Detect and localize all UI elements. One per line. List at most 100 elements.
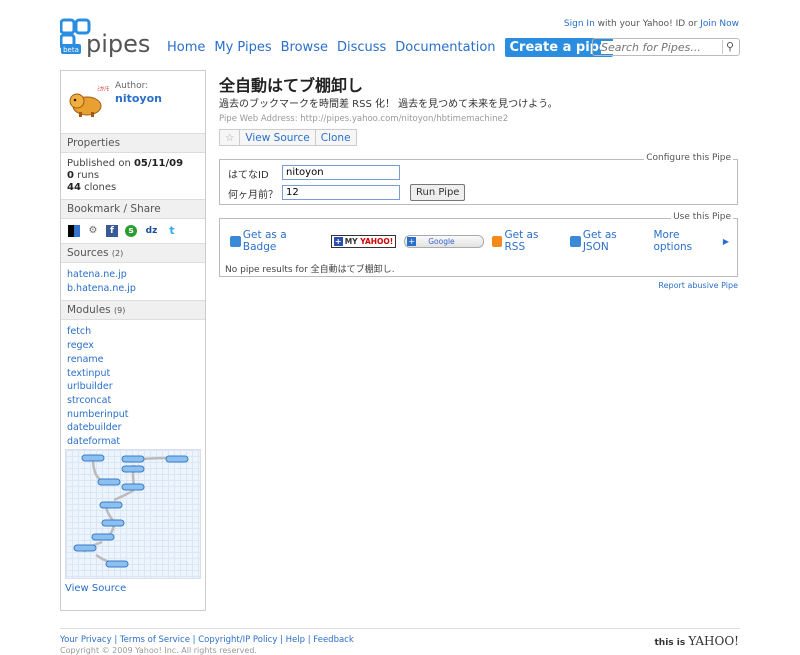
yahoo-logo[interactable]: this is YAHOO! <box>655 634 740 648</box>
yahoo-text: YAHOO! <box>688 634 739 648</box>
pipe-actions: ☆ View Source Clone <box>219 129 357 146</box>
clone-button[interactable]: Clone <box>316 130 356 145</box>
no-results-message: No pipe results for 全自動はてブ棚卸し. <box>225 262 395 275</box>
triangle-right-icon: ▶ <box>722 236 730 246</box>
no-results-suffix: . <box>391 265 395 275</box>
pipe-title: 全自動はてブ棚卸し <box>219 76 364 95</box>
google-label: Google <box>428 236 455 246</box>
search-input[interactable] <box>601 40 719 54</box>
json-icon <box>569 235 581 247</box>
dzone-icon[interactable]: dz <box>144 225 159 237</box>
module-link[interactable]: numberinput <box>67 408 199 422</box>
sources-header: Sources (2) <box>61 243 205 263</box>
stumbleupon-icon[interactable]: s <box>125 225 137 237</box>
badge-label: Get as a Badge <box>242 229 287 253</box>
nav-my-pipes[interactable]: My Pipes <box>214 40 271 55</box>
digg-icon[interactable]: ⚙ <box>87 225 99 237</box>
copyright: Copyright © 2009 Yahoo! Inc. All rights … <box>60 646 257 655</box>
author-name-link[interactable]: nitoyon <box>115 92 162 105</box>
pipe-diagram-image <box>73 454 189 568</box>
this-is-text: this is <box>654 638 689 648</box>
run-pipe-button[interactable]: Run Pipe <box>410 184 466 201</box>
no-results-prefix: No pipe results for <box>225 265 311 275</box>
field1-label: はてなID <box>228 170 269 181</box>
report-abuse-link[interactable]: Report abusive Pipe <box>658 281 738 290</box>
published-date: 05/11/09 <box>133 158 184 169</box>
share-icons: ⚙ f s dz t <box>61 219 205 243</box>
pipe-address: Pipe Web Address: http://pipes.yahoo.com… <box>219 114 508 124</box>
hatena-id-input[interactable] <box>282 165 400 180</box>
source-link-hatena[interactable]: hatena.ne.jp <box>67 268 199 282</box>
rss-label: Get as RSS <box>504 229 539 253</box>
signin-link[interactable]: Sign In <box>564 19 595 29</box>
module-link[interactable]: rename <box>67 353 199 367</box>
use-options: Get as a Badge + MY YAHOO! + Google Get as… <box>230 229 737 253</box>
source-link-b-hatena[interactable]: b.hatena.ne.jp <box>67 282 199 296</box>
clones-count: 44 <box>67 182 81 193</box>
module-link[interactable]: urlbuilder <box>67 380 199 394</box>
author-label: Author: <box>115 81 149 91</box>
more-options-label: More options <box>653 229 693 253</box>
sources-count: (2) <box>111 249 124 258</box>
delicious-icon[interactable] <box>68 225 80 237</box>
configure-panel: Configure this Pipe はてなID 何ヶ月前？ Run Pipe <box>219 153 738 205</box>
published-label: Published on <box>67 158 134 169</box>
module-link[interactable]: regex <box>67 339 199 353</box>
join-link[interactable]: Join Now <box>700 19 739 29</box>
module-link[interactable]: datebuilder <box>67 421 199 435</box>
modules-title: Modules <box>67 304 111 317</box>
json-label: Get as JSON <box>582 229 617 253</box>
rss-icon <box>491 235 503 247</box>
json-link[interactable]: Get as JSON <box>569 229 646 253</box>
use-legend: Use this Pipe <box>671 212 733 222</box>
author-box: ﾐｶﾘﾓ Author: nitoyon <box>61 71 205 133</box>
module-link[interactable]: dateformat <box>67 435 199 449</box>
avatar[interactable]: ﾐｶﾘﾓ <box>67 82 109 122</box>
google-button[interactable]: + Google <box>404 234 484 248</box>
module-link[interactable]: fetch <box>67 325 199 339</box>
facebook-icon[interactable]: f <box>106 225 118 237</box>
myyahoo-yahoo: YAHOO! <box>360 236 394 246</box>
star-icon[interactable]: ☆ <box>220 130 241 145</box>
more-options-link[interactable]: More options ▶ <box>653 229 729 253</box>
footer-links[interactable]: Your Privacy | Terms of Service | Copyri… <box>60 635 354 645</box>
my-yahoo-button[interactable]: + MY YAHOO! <box>330 234 397 248</box>
sidebar-view-source-link[interactable]: View Source <box>65 583 126 594</box>
author-avatar-icon: ﾐｶﾘﾓ <box>69 86 109 117</box>
field2-label: 何ヶ月前？ <box>228 190 278 201</box>
nav-home[interactable]: Home <box>167 40 205 55</box>
main-nav: Home My Pipes Browse Discuss Documentati… <box>167 38 622 57</box>
configure-legend: Configure this Pipe <box>644 153 733 163</box>
sidebar: ﾐｶﾘﾓ Author: nitoyon Properties Publishe… <box>60 70 206 611</box>
pipe-address-label: Pipe Web Address: <box>219 114 301 124</box>
module-link[interactable]: strconcat <box>67 394 199 408</box>
no-results-name: 全自動はてブ棚卸し <box>310 265 392 275</box>
runs-label: runs <box>73 170 100 181</box>
logo-text: pipes <box>86 30 150 58</box>
myyahoo-my: MY <box>344 236 358 246</box>
view-source-button[interactable]: View Source <box>240 130 316 145</box>
sources-list: hatena.ne.jp b.hatena.ne.jp <box>61 263 205 300</box>
signin-area: Sign In with your Yahoo! ID or Join Now <box>564 19 739 29</box>
pipes-logo[interactable]: beta pipes <box>60 18 155 60</box>
use-panel: Use this Pipe Get as a Badge + MY YAHOO! … <box>219 212 738 277</box>
twitter-icon[interactable]: t <box>166 225 178 237</box>
rss-link[interactable]: Get as RSS <box>491 229 562 253</box>
pipe-address-url[interactable]: http://pipes.yahoo.com/nitoyon/hbtimemac… <box>300 114 508 124</box>
nav-discuss[interactable]: Discuss <box>337 40 386 55</box>
runs-count: 0 <box>67 170 74 181</box>
months-ago-input[interactable] <box>282 185 400 200</box>
pipe-description: 過去のブックマークを時間差 RSS 化！ 過去を見つめて未来を見つけよう。 <box>219 99 558 110</box>
modules-header: Modules (9) <box>61 300 205 321</box>
modules-list: fetch regex rename textinput urlbuilder … <box>61 320 205 453</box>
pipe-diagram-thumbnail[interactable] <box>65 449 201 579</box>
beta-badge: beta <box>63 46 79 54</box>
nav-documentation[interactable]: Documentation <box>395 40 495 55</box>
svg-text:ﾐｶﾘﾓ: ﾐｶﾘﾓ <box>97 86 109 93</box>
nav-browse[interactable]: Browse <box>281 40 328 55</box>
badge-link[interactable]: Get as a Badge <box>230 229 323 253</box>
search-icon[interactable]: ⚲ <box>722 40 737 54</box>
module-link[interactable]: textinput <box>67 367 199 381</box>
sources-title: Sources <box>67 247 109 259</box>
footer-divider <box>60 628 740 629</box>
